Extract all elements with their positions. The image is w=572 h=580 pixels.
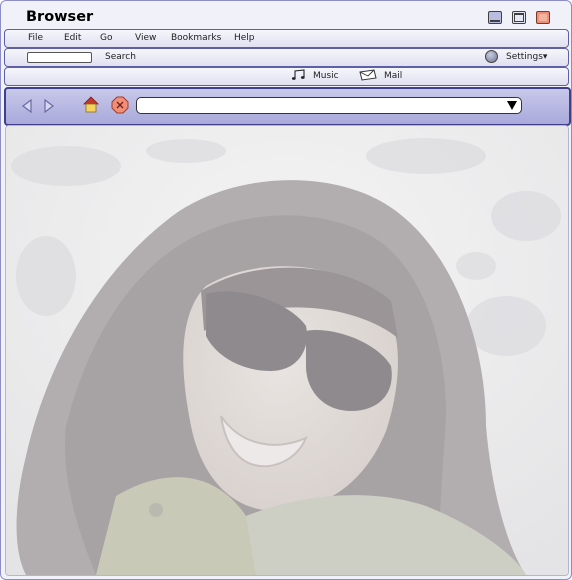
photo-woman-sunglasses: [6, 126, 568, 575]
search-button[interactable]: Search: [105, 52, 136, 62]
links-bar: Music Mail: [4, 67, 569, 86]
menu-bar: File Edit Go View Bookmarks Help: [4, 29, 569, 48]
close-button[interactable]: [536, 11, 550, 24]
menu-view[interactable]: View: [135, 33, 156, 43]
window-title: Browser: [26, 9, 94, 25]
mail-link[interactable]: Mail: [384, 71, 402, 81]
navigation-toolbar: [4, 87, 571, 126]
settings-icon[interactable]: [485, 50, 498, 63]
browser-window: Browser File Edit Go View Bookmarks Help…: [0, 0, 572, 580]
address-bar[interactable]: [136, 97, 522, 114]
maximize-button[interactable]: [512, 11, 526, 24]
menu-help[interactable]: Help: [234, 33, 255, 43]
search-input[interactable]: [27, 52, 92, 63]
minimize-button[interactable]: [488, 11, 502, 24]
menu-go[interactable]: Go: [100, 33, 112, 43]
music-link[interactable]: Music: [313, 71, 339, 81]
search-bar: Search Settings▾: [4, 48, 569, 67]
menu-bookmarks[interactable]: Bookmarks: [171, 33, 221, 43]
forward-arrow-icon[interactable]: [43, 99, 55, 113]
home-icon[interactable]: [83, 96, 99, 113]
menu-edit[interactable]: Edit: [64, 33, 81, 43]
page-content: [5, 125, 569, 576]
dropdown-arrow-icon[interactable]: [507, 101, 517, 110]
settings-menu[interactable]: Settings▾: [506, 52, 547, 62]
title-bar: Browser: [1, 1, 571, 29]
stop-icon[interactable]: [111, 96, 129, 114]
back-arrow-icon[interactable]: [21, 99, 33, 113]
music-note-icon: [291, 69, 305, 80]
envelope-icon: [359, 69, 377, 81]
menu-file[interactable]: File: [28, 33, 43, 43]
